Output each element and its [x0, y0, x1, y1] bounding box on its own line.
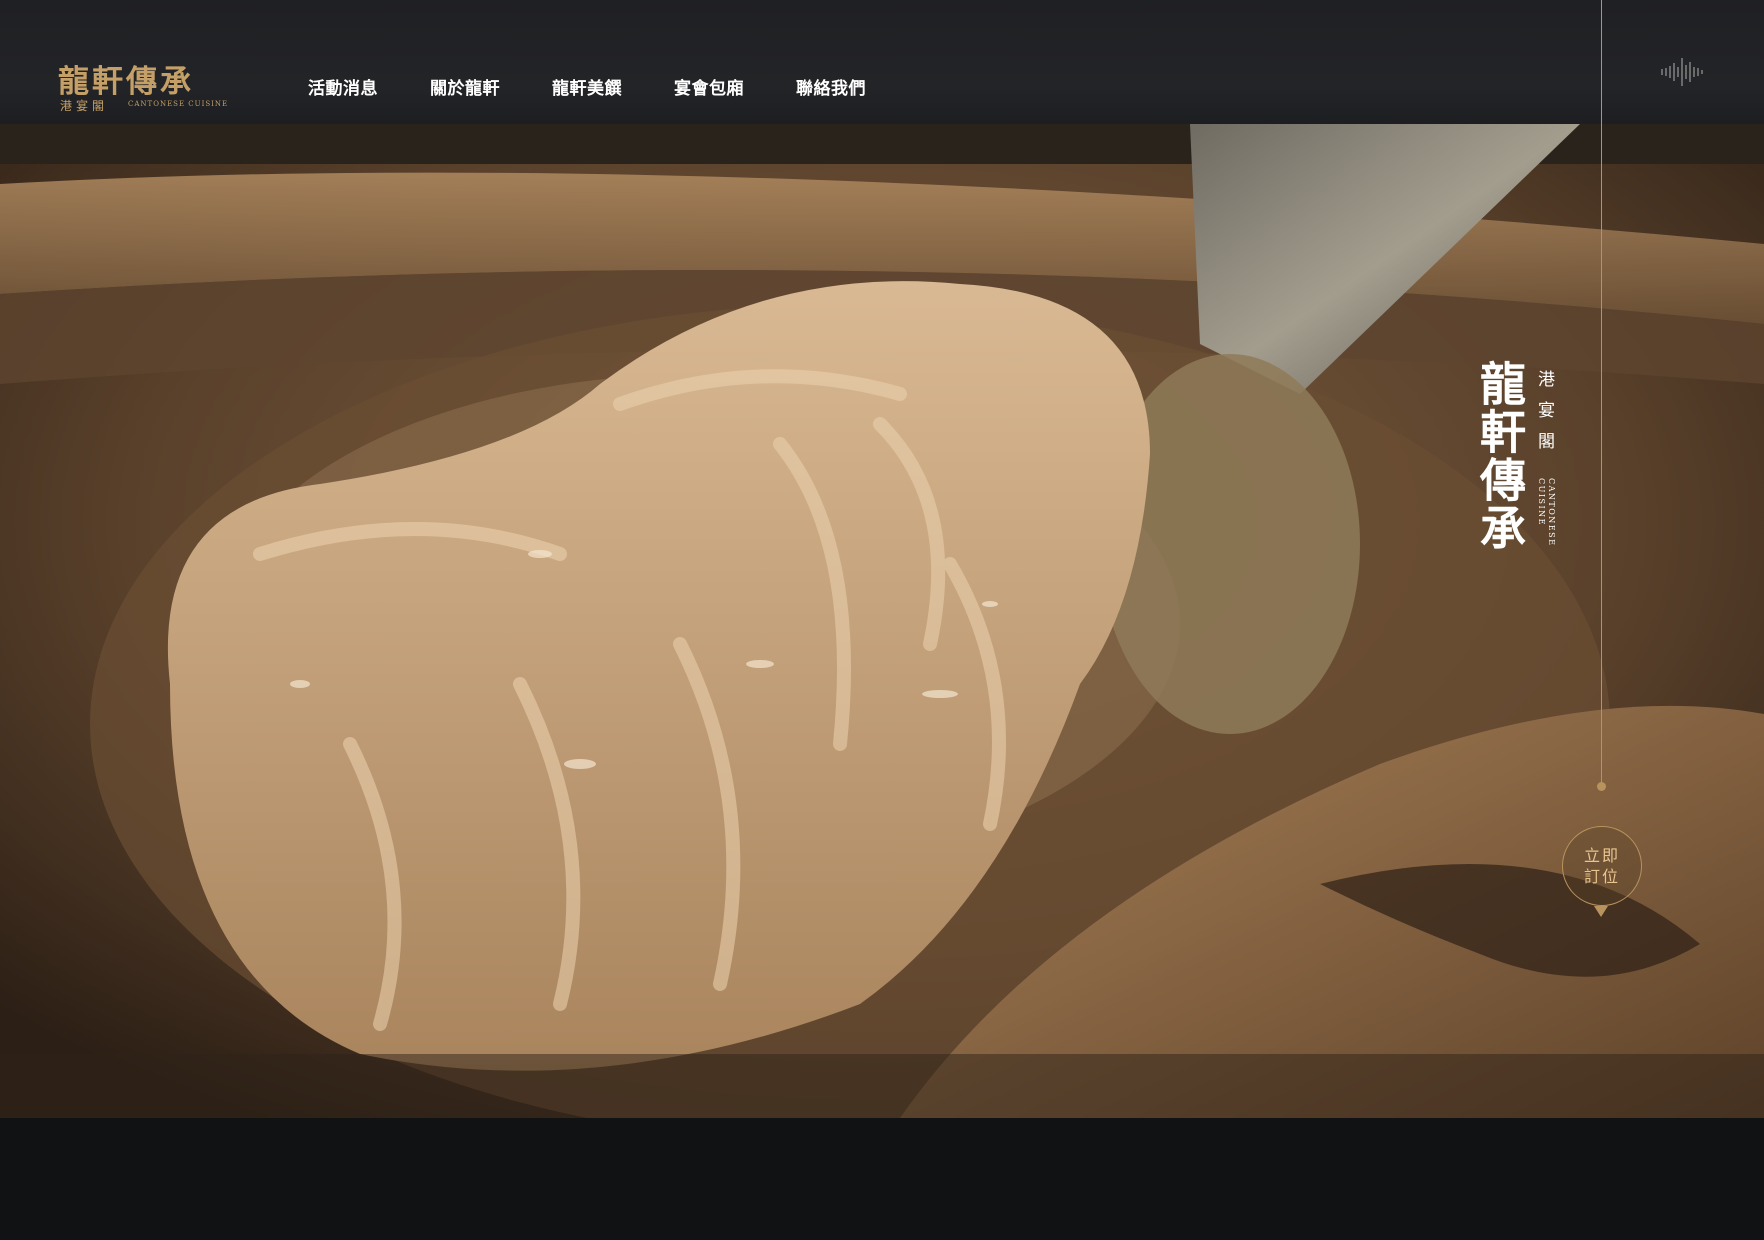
- side-brand-title: 龍軒傳承: [1473, 360, 1527, 552]
- decorative-vertical-line: [1601, 0, 1602, 786]
- nav-item-cuisine[interactable]: 龍軒美饌: [552, 74, 674, 99]
- side-brand-subtitle: 港宴閣: [1534, 370, 1554, 463]
- nav-item-banquet[interactable]: 宴會包廂: [674, 74, 796, 99]
- food-photo: [0, 124, 1764, 1118]
- logo-subtitle-en: CANTONESE CUISINE: [128, 100, 229, 108]
- order-now-label: 立即 訂位: [1583, 846, 1620, 886]
- decorative-line-dot: [1597, 782, 1606, 791]
- order-now-button[interactable]: 立即 訂位: [1562, 826, 1642, 906]
- side-brand-subtitle-en: CANTONESE CUISINE: [1537, 478, 1556, 547]
- site-header: 龍軒傳承 港宴閣 CANTONESE CUISINE 活動消息 關於龍軒 龍軒美…: [0, 0, 1764, 124]
- nav-item-news[interactable]: 活動消息: [308, 74, 430, 99]
- hero-image: [0, 124, 1764, 1118]
- logo-subtitle: 港宴閣: [60, 99, 109, 113]
- nav-item-contact[interactable]: 聯絡我們: [796, 74, 918, 99]
- triangle-down-icon: [1594, 906, 1608, 917]
- logo-title: 龍軒傳承: [58, 64, 194, 100]
- side-brand-logo: 龍軒傳承 港宴閣 CANTONESE CUISINE: [1472, 360, 1562, 570]
- main-nav: 活動消息 關於龍軒 龍軒美饌 宴會包廂 聯絡我們: [308, 74, 918, 99]
- page-bottom-band: [0, 1118, 1764, 1240]
- page: 龍軒傳承 港宴閣 CANTONESE CUISINE 活動消息 關於龍軒 龍軒美…: [0, 0, 1764, 1240]
- sound-wave-icon[interactable]: [1660, 56, 1704, 88]
- brand-logo[interactable]: 龍軒傳承 港宴閣 CANTONESE CUISINE: [58, 56, 228, 114]
- nav-item-about[interactable]: 關於龍軒: [430, 74, 552, 99]
